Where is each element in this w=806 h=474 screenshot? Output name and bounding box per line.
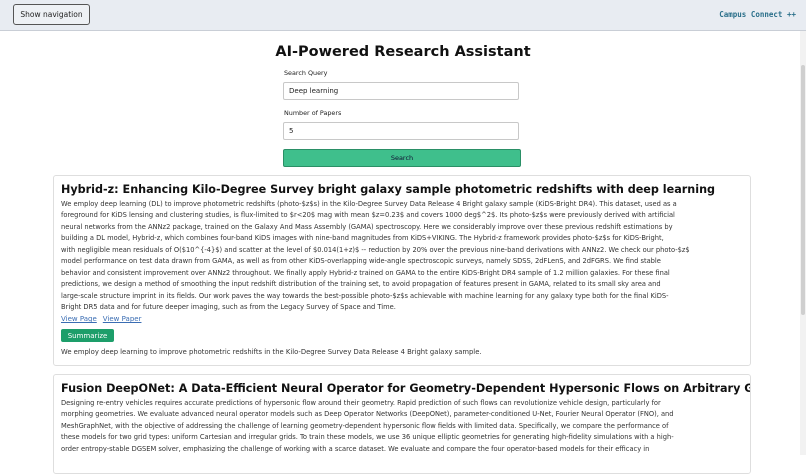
abstract-line: these models for two grid types: uniform… xyxy=(61,433,674,442)
abstract-line: neural networks from the ANNz2 package, … xyxy=(61,222,673,231)
scrollbar[interactable] xyxy=(800,31,806,455)
number-of-papers-label: Number of Papers xyxy=(284,109,342,117)
view-paper-link[interactable]: View Paper xyxy=(103,315,142,323)
summarize-button[interactable]: Summarize xyxy=(61,329,114,342)
result-card: Fusion DeepONet: A Data-Efficient Neural… xyxy=(53,374,751,474)
abstract-line: predictions, we design a method of smoot… xyxy=(61,280,661,289)
result-abstract: Designing re-entry vehicles requires acc… xyxy=(61,398,745,455)
view-page-link[interactable]: View Page xyxy=(61,315,97,323)
search-query-label: Search Query xyxy=(284,69,328,77)
abstract-line: with negligible mean residuals of O($10^… xyxy=(61,245,690,254)
result-title: Hybrid-z: Enhancing Kilo-Degree Survey b… xyxy=(61,183,716,196)
brand-link[interactable]: Campus Connect ++ xyxy=(719,10,796,19)
result-links: View Page View Paper xyxy=(61,315,147,323)
abstract-line: order entropy-stable DGSEM solver, empha… xyxy=(61,444,650,453)
page-title: AI-Powered Research Assistant xyxy=(275,44,531,60)
show-navigation-button[interactable]: Show navigation xyxy=(13,4,90,25)
top-bar: Show navigation Campus Connect ++ xyxy=(0,0,806,31)
scrollbar-thumb[interactable] xyxy=(801,65,805,315)
result-title: Fusion DeepONet: A Data-Efficient Neural… xyxy=(61,382,751,395)
number-of-papers-input[interactable]: 5 xyxy=(283,122,519,140)
abstract-line: Designing re-entry vehicles requires acc… xyxy=(61,399,661,407)
abstract-line: MeshGraphNet, with the objective of addr… xyxy=(61,421,669,430)
abstract-line: We employ deep learning (DL) to improve … xyxy=(61,200,677,208)
abstract-line: model performance on test data drawn fro… xyxy=(61,257,661,266)
abstract-line: large-scale structure imprint in its fie… xyxy=(61,291,669,300)
abstract-line: foreground for KiDS lensing and clusteri… xyxy=(61,211,675,220)
abstract-line: building a DL model, Hybrid-z, which com… xyxy=(61,234,664,243)
abstract-line: morphing geometries. We evaluate advance… xyxy=(61,410,674,419)
result-abstract: We employ deep learning (DL) to improve … xyxy=(61,199,745,314)
search-button[interactable]: Search xyxy=(283,149,521,167)
result-card: Hybrid-z: Enhancing Kilo-Degree Survey b… xyxy=(53,175,751,366)
abstract-line: Bright DR5 data and for future deeper im… xyxy=(61,303,396,312)
result-summary: We employ deep learning to improve photo… xyxy=(61,348,482,356)
abstract-line: behavior and consistent improvement over… xyxy=(61,268,670,277)
search-query-input[interactable]: Deep learning xyxy=(283,82,519,100)
